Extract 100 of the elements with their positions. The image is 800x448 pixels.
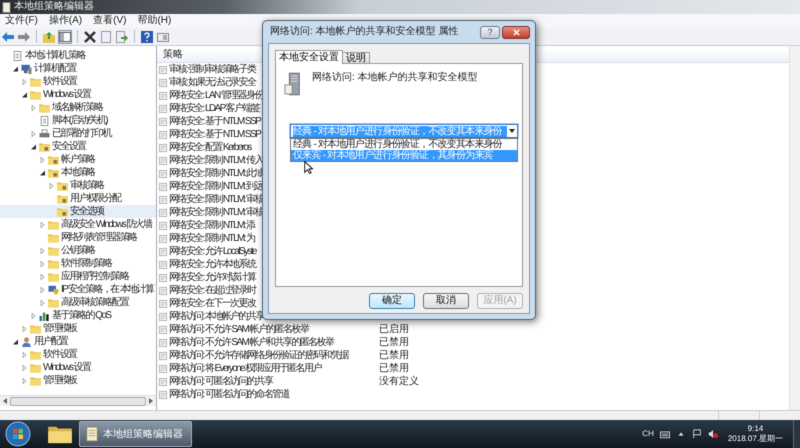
tree-item[interactable]: 高级审核策略配置 xyxy=(0,296,156,309)
delete-icon[interactable] xyxy=(84,30,96,42)
help-icon[interactable] xyxy=(141,30,153,42)
tree-item[interactable]: 已部署的打印机 xyxy=(0,127,156,140)
tree-item[interactable]: 域名解析策略 xyxy=(0,101,156,114)
collapsed-arrow-icon[interactable] xyxy=(22,326,26,332)
collapsed-arrow-icon[interactable] xyxy=(40,274,44,280)
collapsed-arrow-icon[interactable] xyxy=(40,222,44,228)
tree-item[interactable]: 软件设置 xyxy=(0,348,156,361)
back-icon[interactable] xyxy=(2,30,14,42)
scroll-left-icon[interactable] xyxy=(2,398,8,404)
view-icon[interactable] xyxy=(157,30,169,42)
dropdown-option[interactable]: 经典 - 对本地用户进行身份验证，不改变其本来身份 xyxy=(291,139,517,150)
tree-item[interactable]: 本地策略 xyxy=(0,166,156,179)
panel-icon[interactable] xyxy=(59,30,71,42)
folder-icon[interactable] xyxy=(47,424,73,444)
security-setting: 已禁用 xyxy=(379,350,409,362)
scroll-right-icon[interactable] xyxy=(148,398,154,404)
policy-name[interactable]: 网络访问: 不允许存储网络身份验证的密码和凭据 xyxy=(169,350,379,362)
shield-computer-icon xyxy=(48,284,59,294)
expanded-arrow-icon[interactable] xyxy=(12,338,18,344)
flag-icon[interactable] xyxy=(692,429,702,439)
tree-item[interactable]: 帐户策略 xyxy=(0,153,156,166)
keyboard-icon[interactable] xyxy=(660,429,670,439)
collapsed-arrow-icon[interactable] xyxy=(48,182,54,188)
tree-item[interactable]: IP 安全策略，在 本地计算 xyxy=(0,283,156,296)
menu-item[interactable]: 操作(A) xyxy=(48,15,82,27)
tree-item[interactable]: 脚本(启动/关机) xyxy=(0,114,156,127)
folder-up-icon[interactable] xyxy=(43,30,55,42)
export-icon[interactable] xyxy=(116,30,128,42)
collapsed-arrow-icon[interactable] xyxy=(40,286,44,292)
taskbar-button[interactable]: 本地组策略编辑器 xyxy=(79,421,192,447)
collapsed-arrow-icon[interactable] xyxy=(22,78,26,84)
policy-name[interactable]: 网络访问: 将 Everyone 权限应用于匿名用户 xyxy=(169,362,379,374)
policy-name[interactable]: 网络访问: 不允许 SAM 帐户的匿名枚举 xyxy=(169,324,379,336)
dialog-button[interactable]: 确定 xyxy=(369,293,415,309)
tree-item[interactable]: Windows 设置 xyxy=(0,361,156,374)
policy-name[interactable]: 网络访问: 可匿名访问的共享 xyxy=(169,376,379,388)
close-icon xyxy=(512,28,520,36)
tree-item[interactable]: 应用程序控制策略 xyxy=(0,270,156,283)
dropdown-arrow-icon[interactable] xyxy=(509,129,515,133)
tree-item[interactable]: 安全设置 xyxy=(0,140,156,153)
help-button[interactable]: ? xyxy=(480,26,500,38)
tree-item[interactable]: 高级安全 Windows 防火墙 xyxy=(0,218,156,231)
tree-item[interactable]: 用户配置 xyxy=(0,335,156,348)
tab[interactable]: 本地安全设置 xyxy=(275,50,343,64)
tree-item[interactable]: 本地计算机 策略 xyxy=(0,49,156,62)
window-title: 本地组策略编辑器 xyxy=(14,1,94,13)
muted-speaker-icon[interactable] xyxy=(708,429,718,439)
tree-item[interactable]: 管理模板 xyxy=(0,374,156,387)
menu-item[interactable]: 查看(V) xyxy=(93,15,126,27)
expanded-arrow-icon[interactable] xyxy=(22,92,26,98)
show-desktop-button[interactable] xyxy=(793,420,800,448)
tree-item[interactable]: 软件限制策略 xyxy=(0,257,156,270)
dialog-button[interactable]: 取消 xyxy=(423,293,469,309)
horizontal-scrollbar[interactable] xyxy=(0,395,156,406)
tree-item[interactable]: Windows 设置 xyxy=(0,88,156,101)
policy-name[interactable]: 网络访问: 不允许 SAM 帐户和共享的匿名枚举 xyxy=(169,336,379,348)
collapsed-arrow-icon[interactable] xyxy=(40,260,44,266)
tree-item[interactable]: 管理模板 xyxy=(0,322,156,335)
folder-icon xyxy=(48,258,59,268)
app-icon xyxy=(2,2,11,12)
tree-item[interactable]: 审核策略 xyxy=(0,179,156,192)
collapsed-arrow-icon[interactable] xyxy=(40,300,44,306)
collapsed-arrow-icon[interactable] xyxy=(22,378,26,384)
forward-icon[interactable] xyxy=(18,30,30,42)
menu-item[interactable]: 帮助(H) xyxy=(137,15,172,27)
tree-item[interactable]: 用户权限分配 xyxy=(0,192,156,205)
collapsed-arrow-icon[interactable] xyxy=(30,130,36,136)
tree-item[interactable]: 计算机配置 xyxy=(0,62,156,75)
properties-icon[interactable] xyxy=(100,30,112,42)
tree-item[interactable]: 安全选项 xyxy=(0,205,156,218)
clock-date[interactable]: 2018.07.星期一 xyxy=(728,434,783,444)
tree-item[interactable]: 基于策略的 QoS xyxy=(0,309,156,322)
notepad-icon xyxy=(86,426,98,442)
tree-item[interactable]: 公钥策略 xyxy=(0,244,156,257)
vertical-scrollbar[interactable] xyxy=(789,46,800,410)
expanded-arrow-icon[interactable] xyxy=(40,170,44,176)
start-button[interactable] xyxy=(5,421,31,447)
collapsed-arrow-icon[interactable] xyxy=(40,156,44,162)
folder-icon xyxy=(57,206,68,216)
collapsed-arrow-icon[interactable] xyxy=(22,352,26,358)
menu-item[interactable]: 文件(F) xyxy=(5,15,38,27)
collapsed-arrow-icon[interactable] xyxy=(30,312,36,318)
close-button[interactable] xyxy=(502,26,530,38)
column-header[interactable]: 策略 xyxy=(163,49,183,61)
tree-item[interactable]: 软件设置 xyxy=(0,75,156,88)
clock-time[interactable]: 9:14 xyxy=(748,424,764,434)
server-icon xyxy=(284,72,302,96)
collapsed-arrow-icon[interactable] xyxy=(22,364,26,370)
tree-item[interactable]: 网络列表管理器策略 xyxy=(0,231,156,244)
folder-icon xyxy=(30,350,41,360)
dialog-title: 网络访问: 本地帐户的共享和安全模型 属性 xyxy=(270,26,460,38)
folder-icon xyxy=(30,362,41,372)
expanded-arrow-icon[interactable] xyxy=(12,66,18,72)
policy-name[interactable]: 网络访问: 可匿名访问的命名管道 xyxy=(169,388,379,400)
collapsed-arrow-icon[interactable] xyxy=(30,104,36,110)
language-indicator[interactable]: CH xyxy=(642,429,654,439)
expanded-arrow-icon[interactable] xyxy=(30,144,36,150)
collapsed-arrow-icon[interactable] xyxy=(40,248,44,254)
